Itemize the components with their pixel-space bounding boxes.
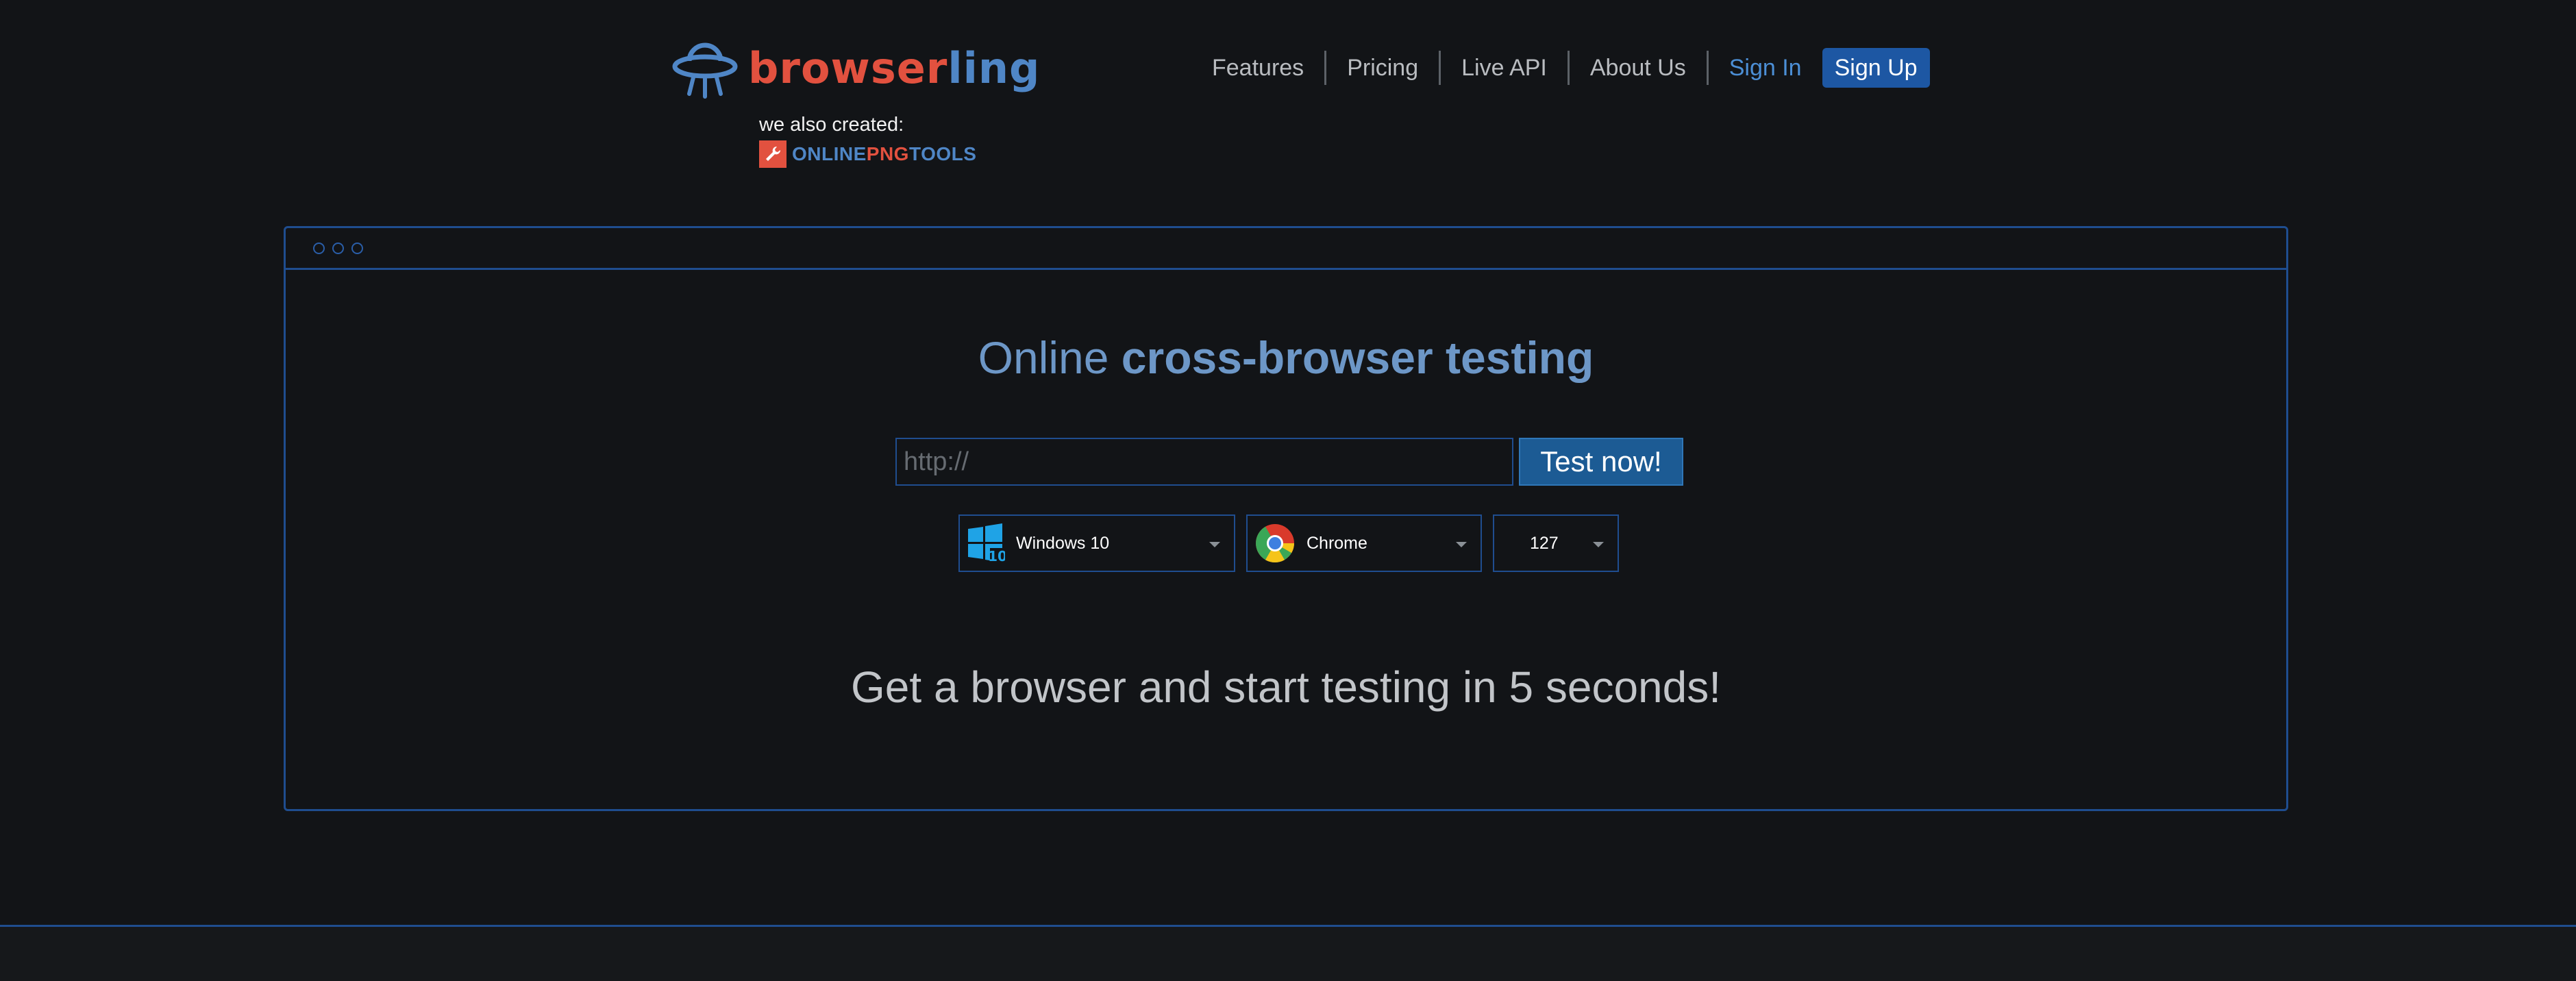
page-title: Online cross-browser testing — [286, 331, 2286, 385]
png-tools-part-online: ONLINE — [792, 143, 867, 164]
windows-10-icon: 10 — [967, 523, 1005, 563]
os-select[interactable]: 10 Windows 10 — [958, 514, 1235, 572]
chevron-down-icon — [1593, 542, 1604, 547]
sign-in-link[interactable]: Sign In — [1709, 51, 1822, 85]
nav-features[interactable]: Features — [1195, 51, 1327, 85]
png-tools-part-tools: TOOLS — [908, 143, 977, 164]
svg-text:10: 10 — [988, 548, 1005, 563]
window-dot-icon — [332, 242, 344, 254]
nav-about-us[interactable]: About Us — [1570, 51, 1709, 85]
chevron-down-icon — [1209, 542, 1220, 547]
version-select-value: 127 — [1530, 533, 1559, 553]
url-input[interactable] — [895, 438, 1513, 486]
os-select-value: Windows 10 — [1016, 533, 1110, 553]
logo-text-browser: browser — [748, 43, 948, 93]
footer — [0, 925, 2576, 981]
chrome-icon — [1254, 523, 1296, 564]
also-created-label: we also created: — [759, 114, 904, 136]
png-tools-part-png: PNG — [866, 143, 909, 164]
top-nav: Features Pricing Live API About Us Sign … — [1195, 48, 1930, 88]
logo-text-ling: ling — [948, 43, 1041, 93]
browser-select-value: Chrome — [1306, 533, 1367, 553]
logo-link[interactable]: browserling — [671, 38, 1040, 99]
online-png-tools-text: ONLINEPNGTOOLS — [792, 143, 976, 165]
ufo-icon — [671, 38, 739, 99]
logo-wordmark: browserling — [748, 47, 1040, 90]
sign-up-button[interactable]: Sign Up — [1822, 48, 1930, 88]
test-now-button[interactable]: Test now! — [1519, 438, 1683, 486]
nav-pricing[interactable]: Pricing — [1326, 51, 1441, 85]
headline-plain: Online — [978, 332, 1109, 383]
browser-select[interactable]: Chrome — [1246, 514, 1482, 572]
chevron-down-icon — [1456, 542, 1467, 547]
window-dot-icon — [351, 242, 363, 254]
wrench-icon — [759, 140, 787, 168]
nav-live-api[interactable]: Live API — [1441, 51, 1570, 85]
version-select[interactable]: 127 — [1493, 514, 1619, 572]
headline-strong: cross-browser testing — [1121, 332, 1594, 383]
browser-window-titlebar — [286, 228, 2286, 270]
online-png-tools-link[interactable]: ONLINEPNGTOOLS — [759, 140, 976, 168]
tagline: Get a browser and start testing in 5 sec… — [851, 662, 1721, 712]
browser-window-frame: Online cross-browser testing Test now! 1… — [284, 226, 2288, 811]
window-dot-icon — [313, 242, 325, 254]
